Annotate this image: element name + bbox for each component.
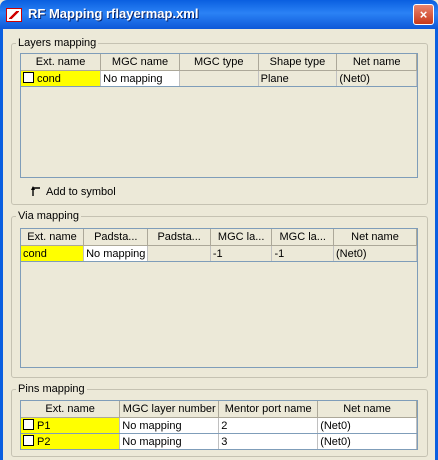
layers-mapping-legend: Layers mapping — [18, 37, 97, 49]
table-row[interactable]: cond No mapping Plane (Net0) — [21, 70, 417, 87]
title-bar: RF Mapping rflayermap.xml × — [0, 0, 438, 29]
column-header[interactable]: Shape type — [258, 54, 338, 71]
layer-number-cell[interactable]: No mapping — [119, 417, 220, 434]
ext-name-cell[interactable]: P1 — [21, 417, 121, 434]
column-header[interactable]: Ext. name — [21, 401, 121, 418]
column-header[interactable]: Net name — [336, 54, 417, 71]
mgc-layer-cell[interactable]: -1 — [210, 245, 273, 262]
net-name-cell[interactable]: (Net0) — [333, 245, 417, 262]
column-header[interactable]: Mentor port name — [218, 401, 319, 418]
row-checkbox[interactable] — [23, 72, 34, 83]
ext-name-text: P2 — [37, 436, 51, 448]
port-name-cell[interactable]: 3 — [218, 433, 319, 449]
via-mapping-legend: Via mapping — [18, 210, 79, 222]
column-header[interactable]: MGC layer number — [119, 401, 220, 418]
shape-type-cell[interactable]: Plane — [258, 70, 338, 87]
mgc-layer-cell[interactable]: -1 — [271, 245, 334, 262]
column-header[interactable]: Ext. name — [21, 229, 85, 246]
column-header[interactable]: Net name — [317, 401, 417, 418]
ext-name-text: P1 — [37, 420, 51, 432]
pins-mapping-legend: Pins mapping — [18, 383, 85, 395]
column-header[interactable]: Net name — [333, 229, 417, 246]
row-checkbox[interactable] — [23, 419, 34, 430]
padstack-cell[interactable] — [147, 245, 211, 262]
column-header[interactable]: Padsta... — [83, 229, 149, 246]
table-row[interactable]: P2 No mapping 3 (Net0) — [21, 433, 417, 449]
window-title: RF Mapping rflayermap.xml — [28, 6, 199, 21]
column-header[interactable]: Ext. name — [21, 54, 102, 71]
pins-table: Ext. name MGC layer number Mentor port n… — [20, 400, 418, 450]
column-header[interactable]: MGC la... — [210, 229, 273, 246]
row-checkbox[interactable] — [23, 435, 34, 446]
add-to-symbol-button[interactable]: Add to symbol — [30, 185, 116, 198]
add-to-symbol-label: Add to symbol — [46, 186, 116, 198]
ext-name-cell[interactable]: cond — [21, 70, 102, 87]
port-name-cell[interactable]: 2 — [218, 417, 319, 434]
column-header[interactable]: MGC type — [179, 54, 259, 71]
net-name-cell[interactable]: (Net0) — [317, 433, 417, 449]
padstack-cell[interactable]: No mapping — [83, 245, 149, 262]
column-header[interactable]: MGC la... — [271, 229, 334, 246]
column-header[interactable]: Padsta... — [147, 229, 211, 246]
mgc-name-cell[interactable]: No mapping — [100, 70, 180, 87]
column-header[interactable]: MGC name — [100, 54, 180, 71]
ext-name-text: cond — [37, 73, 61, 85]
net-name-cell[interactable]: (Net0) — [336, 70, 417, 87]
ext-name-cell[interactable]: cond — [21, 245, 85, 262]
via-table: Ext. name Padsta... Padsta... MGC la... … — [20, 228, 418, 368]
table-row[interactable]: cond No mapping -1 -1 (Net0) — [21, 245, 417, 262]
table-row[interactable]: P1 No mapping 2 (Net0) — [21, 417, 417, 434]
layers-header-row: Ext. name MGC name MGC type Shape type N… — [21, 54, 417, 71]
close-button[interactable]: × — [413, 4, 434, 25]
net-name-cell[interactable]: (Net0) — [317, 417, 417, 434]
via-header-row: Ext. name Padsta... Padsta... MGC la... … — [21, 229, 417, 246]
layers-table: Ext. name MGC name MGC type Shape type N… — [20, 53, 418, 178]
pins-header-row: Ext. name MGC layer number Mentor port n… — [21, 401, 417, 418]
app-icon — [6, 8, 22, 22]
mgc-type-cell[interactable] — [179, 70, 259, 87]
arrow-up-corner-icon — [31, 186, 40, 196]
layer-number-cell[interactable]: No mapping — [119, 433, 220, 449]
ext-name-cell[interactable]: P2 — [21, 433, 121, 449]
